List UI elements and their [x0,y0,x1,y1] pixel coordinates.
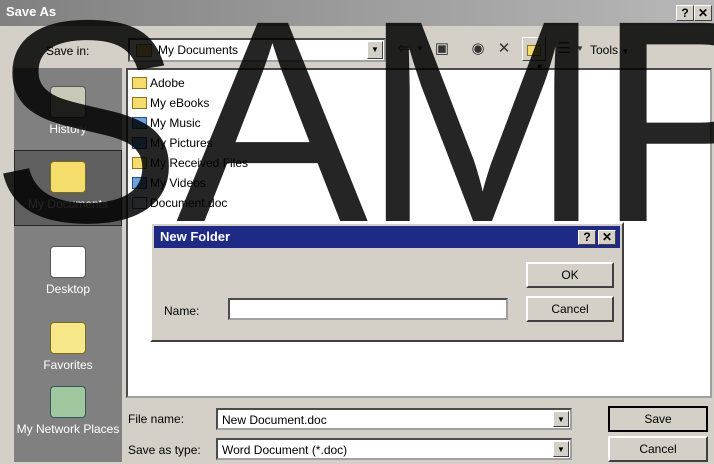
list-item[interactable]: Document.doc [132,194,227,212]
new-folder-title-bar: New Folder ? ✕ [154,226,620,248]
place-label: Desktop [45,282,91,296]
list-item[interactable]: Adobe [132,74,185,92]
music-folder-icon [132,117,147,129]
search-web-icon[interactable]: ◉ [466,37,490,61]
folder-icon [132,97,147,109]
chevron-down-icon[interactable]: ▼ [367,41,383,59]
help-button[interactable]: ? [578,230,596,245]
place-desktop[interactable]: Desktop [14,236,122,312]
folder-icon [132,157,147,169]
my-documents-icon [50,161,86,193]
file-name-value: New Document.doc [222,413,327,427]
word-document-icon [132,197,147,209]
list-item[interactable]: My Music [132,114,201,132]
history-icon [50,86,86,118]
help-button[interactable]: ? [676,5,694,21]
place-label: My Documents [27,197,109,211]
tools-dropdown-icon: ▼ [621,47,630,56]
delete-icon[interactable]: ✕ [492,37,516,61]
ok-button[interactable]: OK [526,262,614,288]
folder-name-input[interactable] [228,298,508,320]
new-folder-title: New Folder [160,229,231,244]
title-bar [0,0,714,26]
favorites-icon [50,322,86,354]
save-in-value: My Documents [158,43,239,57]
cancel-button[interactable]: Cancel [608,436,708,462]
back-icon[interactable]: ⇦ [392,37,416,61]
list-item[interactable]: My Pictures [132,134,213,152]
chevron-down-icon[interactable]: ▼ [553,411,569,427]
cancel-button[interactable]: Cancel [526,296,614,322]
pictures-folder-icon [132,137,147,149]
videos-folder-icon [132,177,147,189]
chevron-down-icon[interactable]: ▼ [553,441,569,457]
tools-menu[interactable]: Tools ▼ [590,43,629,57]
new-folder-dialog: New Folder ? ✕ OK Cancel Name: [150,222,624,342]
list-item[interactable]: My eBooks [132,94,209,112]
place-my-network-places[interactable]: My Network Places [14,380,122,456]
place-label: History [49,122,87,136]
file-name-label: File name: [128,412,185,426]
place-label: My Network Places [16,422,120,436]
close-button[interactable]: ✕ [694,5,712,21]
list-item[interactable]: My Videos [132,174,206,192]
save-in-label: Save in: [46,44,90,58]
file-name-input[interactable]: New Document.doc ▼ [216,408,572,430]
place-my-documents[interactable]: My Documents [14,150,122,226]
window-title: Save As [6,4,57,19]
folder-icon [132,77,147,89]
folder-icon [136,44,152,57]
place-favorites[interactable]: Favorites [14,312,122,388]
save-as-type-dropdown[interactable]: Word Document (*.doc) ▼ [216,438,572,460]
place-label: Favorites [43,358,93,372]
close-button[interactable]: ✕ [598,230,616,245]
views-dropdown-icon[interactable]: ▼ [574,37,586,61]
place-history[interactable]: History [14,76,122,152]
tools-label: Tools [590,43,619,57]
save-as-type-value: Word Document (*.doc) [222,443,348,457]
views-icon[interactable]: ☰ [552,37,576,61]
desktop-icon [50,246,86,278]
list-item[interactable]: My Received Files [132,154,248,172]
save-button[interactable]: Save [608,406,708,432]
network-icon [50,386,86,418]
save-as-type-label: Save as type: [128,443,201,457]
up-folder-icon[interactable]: ▣ [430,37,454,61]
name-label: Name: [164,304,200,318]
back-dropdown-icon[interactable]: ▼ [414,37,426,61]
save-in-dropdown[interactable]: My Documents ▼ [128,38,386,62]
places-bar: History My Documents Desktop Favorites M… [14,68,122,462]
